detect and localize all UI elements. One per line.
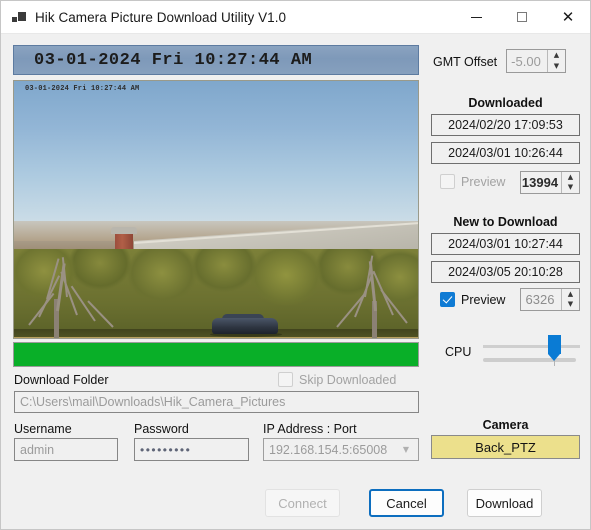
camera-label: Camera <box>482 418 529 432</box>
gmt-offset-arrows[interactable]: ▲ ▼ <box>547 50 565 72</box>
downloaded-count-spinner[interactable]: 13994 ▲ ▼ <box>520 171 580 194</box>
maximize-icon <box>517 12 527 22</box>
chevron-down-icon: ▼ <box>402 445 410 454</box>
new-count-value: 6326 <box>525 292 555 307</box>
gmt-offset-value: -5.00 <box>511 53 541 69</box>
ip-address-value: 192.168.154.5:65008 <box>269 442 388 457</box>
image-parked-car <box>212 318 278 334</box>
gmt-offset-label: GMT Offset <box>433 55 498 69</box>
downloaded-heading: Downloaded <box>468 96 543 110</box>
spinner-up-icon[interactable]: ▲ <box>548 50 565 61</box>
username-input[interactable]: admin <box>14 438 118 461</box>
spinner-up-icon[interactable]: ▲ <box>562 172 579 183</box>
image-bare-tree-right <box>306 247 418 338</box>
image-bare-tree-left <box>20 251 140 338</box>
title-bar: Hik Camera Picture Download Utility V1.0… <box>1 1 590 34</box>
spinner-up-icon[interactable]: ▲ <box>562 289 579 300</box>
new-preview-checkbox[interactable] <box>440 292 455 307</box>
skip-downloaded-checkbox[interactable] <box>278 372 293 387</box>
image-chimney-cap <box>111 227 137 234</box>
downloaded-preview-label: Preview <box>461 175 506 189</box>
connect-button[interactable]: Connect <box>265 489 340 517</box>
app-window: Hik Camera Picture Download Utility V1.0… <box>0 0 591 530</box>
minimize-icon <box>470 16 482 18</box>
close-icon: ✕ <box>561 7 575 26</box>
app-squares-icon <box>12 12 26 24</box>
username-label: Username <box>14 422 72 436</box>
timestamp-banner-text: 03-01-2024 Fri 10:27:44 AM <box>34 50 313 70</box>
cancel-button[interactable]: Cancel <box>369 489 444 517</box>
new-preview-label: Preview <box>461 293 506 307</box>
download-folder-label: Download Folder <box>14 373 109 387</box>
cpu-slider-thumb[interactable] <box>548 335 561 361</box>
maximize-button[interactable] <box>499 1 545 33</box>
timestamp-banner: 03-01-2024 Fri 10:27:44 AM <box>13 45 419 75</box>
cpu-slider-track-lower[interactable] <box>483 358 576 362</box>
gmt-offset-spinner[interactable]: -5.00 ▲ ▼ <box>506 49 566 73</box>
progress-fill <box>14 343 418 366</box>
downloaded-count-value: 13994 <box>521 175 559 190</box>
window-title: Hik Camera Picture Download Utility V1.0 <box>35 10 287 25</box>
close-button[interactable]: ✕ <box>545 1 590 33</box>
skip-downloaded-label: Skip Downloaded <box>299 373 397 387</box>
downloaded-preview-checkbox[interactable] <box>440 174 455 189</box>
download-folder-input[interactable]: C:\Users\mail\Downloads\Hik_Camera_Pictu… <box>14 391 419 413</box>
spinner-down-icon[interactable]: ▼ <box>562 300 579 311</box>
cpu-slider-track[interactable] <box>483 345 580 348</box>
new-to-download-heading: New to Download <box>453 215 558 229</box>
ip-address-combobox[interactable]: 192.168.154.5:65008 ▼ <box>263 438 419 461</box>
image-overlay-timestamp: 03-01-2024 Fri 10:27:44 AM <box>25 85 140 93</box>
download-progress-bar <box>13 342 419 367</box>
camera-image-preview[interactable]: 03-01-2024 Fri 10:27:44 AM <box>13 80 419 339</box>
new-count-spinner[interactable]: 6326 ▲ ▼ <box>520 288 580 311</box>
password-input[interactable]: ••••••••• <box>134 438 249 461</box>
new-start-date[interactable]: 2024/03/01 10:27:44 <box>431 233 580 255</box>
cpu-label: CPU <box>445 345 472 359</box>
spinner-down-icon[interactable]: ▼ <box>548 61 565 72</box>
image-sky <box>14 81 418 241</box>
download-button[interactable]: Download <box>467 489 542 517</box>
spinner-down-icon[interactable]: ▼ <box>562 183 579 194</box>
new-end-date[interactable]: 2024/03/05 20:10:28 <box>431 261 580 283</box>
minimize-button[interactable] <box>453 1 499 33</box>
downloaded-end-date[interactable]: 2024/03/01 10:26:44 <box>431 142 580 164</box>
downloaded-start-date[interactable]: 2024/02/20 17:09:53 <box>431 114 580 136</box>
ip-address-label: IP Address : Port <box>263 422 357 436</box>
password-label: Password <box>134 422 189 436</box>
camera-name-display[interactable]: Back_PTZ <box>431 435 580 459</box>
